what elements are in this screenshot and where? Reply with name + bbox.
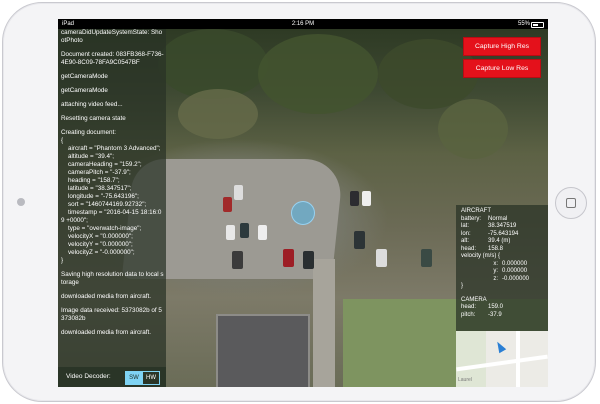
home-square-icon: [566, 198, 576, 208]
parked-car: [362, 191, 371, 206]
lat-value: 38.347519: [488, 223, 517, 229]
log-entry: cameraDidUpdateSystemState: ShootPhoto: [61, 29, 163, 44]
parked-car: [258, 225, 267, 240]
parked-car: [232, 251, 243, 269]
velocity-heading: velocity (m/s) {: [461, 253, 501, 259]
battery-value: Normal: [488, 215, 508, 222]
velocity-y-label: y:: [493, 268, 498, 274]
home-button[interactable]: [555, 187, 587, 219]
parked-car: [376, 249, 387, 267]
capture-high-res-button[interactable]: Capture High Res: [463, 37, 541, 56]
map-road: [516, 331, 520, 387]
tree-canopy: [258, 34, 378, 114]
velocity-x-value: 0.000000: [502, 260, 528, 267]
road: [313, 259, 335, 387]
log-entry: getCameraMode: [61, 73, 108, 80]
parked-car: [421, 249, 432, 267]
status-bar: iPad 2:16 PM 55%: [58, 19, 548, 29]
tree-canopy: [438, 99, 508, 159]
capture-low-res-button[interactable]: Capture Low Res: [463, 59, 541, 78]
lon-label: lon:: [461, 230, 471, 237]
velocity-x-label: x:: [493, 260, 498, 267]
camera-head-value: 159.0: [488, 304, 504, 310]
event-log-panel[interactable]: cameraDidUpdateSystemState: ShootPhoto D…: [58, 29, 166, 387]
log-entry: Resetting camera state: [61, 115, 126, 122]
battery-icon: [531, 22, 544, 28]
velocity-z-label: z:: [493, 275, 498, 282]
camera-heading: CAMERA: [461, 296, 487, 303]
alt-value: 39.4 (m): [488, 238, 511, 244]
video-decoder-label: Video Decoder:: [66, 373, 111, 380]
status-time: 2:16 PM: [291, 21, 315, 27]
log-entry: Image data received: 5373082b of 5373082…: [61, 307, 162, 322]
lon-value: -75.643194: [488, 230, 519, 237]
aircraft-location-arrow-icon: [493, 339, 507, 354]
parked-car: [283, 249, 294, 267]
parked-car: [350, 191, 359, 206]
velocity-z-value: -0.000000: [502, 275, 530, 282]
head-label: head:: [461, 245, 477, 252]
log-entry: attaching video feed...: [61, 101, 123, 108]
telemetry-panel: AIRCRAFT battery: Normal lat: 38.347519 lo…: [456, 205, 548, 331]
log-entry: Saving high resolution data to local sto…: [61, 271, 164, 286]
ipad-frame: iPad 2:16 PM 55% cameraDidUpdateSystemSt…: [2, 2, 596, 402]
battery-percent: 55%: [517, 21, 530, 27]
tap-focus-indicator: [291, 201, 315, 225]
log-entry: downloaded media from aircraft.: [61, 293, 151, 300]
app-screen: iPad 2:16 PM 55% cameraDidUpdateSystemSt…: [58, 19, 548, 387]
alt-label: alt:: [461, 238, 470, 244]
camera-pitch-value: -37.9: [488, 311, 502, 318]
decoder-hw-button[interactable]: HW: [142, 371, 160, 385]
log-entry: downloaded media from aircraft.: [61, 329, 151, 336]
log-entry: Creating document: { aircraft = "Phantom…: [61, 129, 162, 264]
battery-label: battery:: [461, 215, 482, 222]
parked-car: [354, 231, 365, 249]
parked-car: [234, 185, 243, 200]
velocity-y-value: 0.000000: [502, 268, 528, 274]
velocity-close: }: [461, 283, 464, 289]
aircraft-heading: AIRCRAFT: [461, 208, 491, 214]
lat-label: lat:: [461, 223, 470, 229]
front-camera: [17, 198, 25, 206]
parked-car: [303, 251, 314, 269]
parked-car: [240, 223, 249, 238]
head-value: 158.8: [488, 245, 504, 252]
map-place-label: Laurel: [458, 377, 472, 383]
decoder-sw-button[interactable]: SW: [125, 371, 143, 385]
video-decoder-control: Video Decoder: SW HW: [58, 367, 166, 387]
parked-car: [223, 197, 232, 212]
camera-pitch-label: pitch:: [461, 311, 476, 318]
mini-map[interactable]: Laurel: [456, 331, 548, 387]
camera-head-label: head:: [461, 304, 477, 310]
log-entry: Document created: 083FB368-F736-4E90-8C0…: [61, 51, 164, 66]
tree-canopy: [178, 89, 258, 139]
log-entry: getCameraMode: [61, 87, 108, 94]
building-roof: [216, 314, 310, 387]
parked-car: [226, 225, 235, 240]
